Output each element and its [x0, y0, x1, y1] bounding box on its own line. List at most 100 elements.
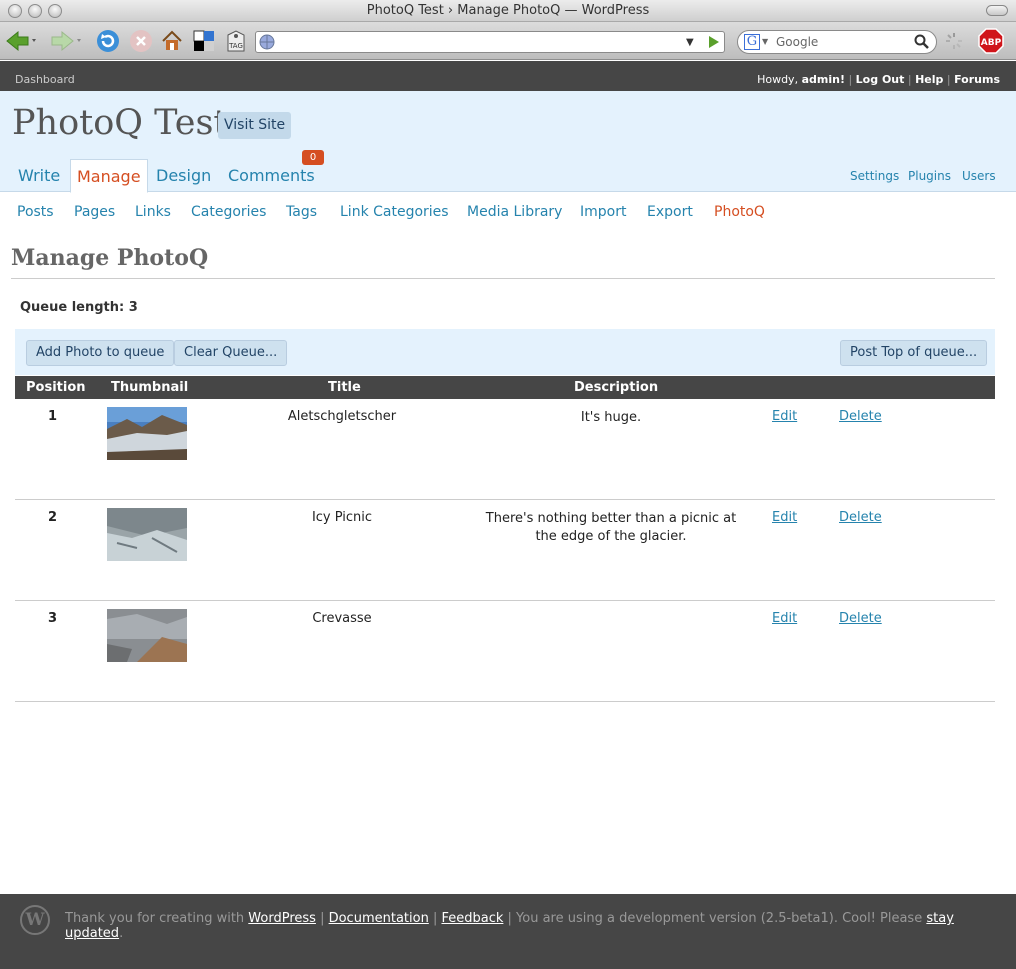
dashboard-link[interactable]: Dashboard — [15, 73, 75, 86]
table-row: 1 Aletschgletscher It's huge. Edit Delet… — [15, 399, 995, 500]
plugins-link[interactable]: Plugins — [908, 169, 951, 183]
table-row: 2 Icy Picnic There's nothing better than… — [15, 500, 995, 601]
go-arrow-icon[interactable] — [706, 34, 722, 50]
sub-navigation: Posts Pages Links Categories Tags Link C… — [0, 192, 1016, 232]
tab-manage[interactable]: Manage — [70, 159, 148, 193]
admin-user-bar: Dashboard Howdy, admin! | Log Out | Help… — [0, 61, 1016, 91]
row-position: 2 — [48, 510, 58, 525]
delicious-icon — [193, 30, 214, 51]
feedback-link[interactable]: Feedback — [441, 911, 503, 926]
google-engine-icon[interactable]: G — [744, 34, 760, 50]
row-title: Aletschgletscher — [287, 409, 397, 424]
magnifier-icon[interactable] — [914, 34, 930, 50]
site-title: PhotoQ Test — [12, 103, 228, 143]
clear-queue-button[interactable]: Clear Queue... — [174, 340, 288, 366]
home-button[interactable] — [159, 28, 185, 54]
engine-dropdown-icon[interactable]: ▼ — [762, 31, 768, 53]
tag-icon: TAG — [227, 30, 245, 52]
footer-text: Thank you for creating with WordPress | … — [65, 911, 954, 941]
edit-link[interactable]: Edit — [772, 409, 797, 424]
tag-button[interactable]: TAG — [223, 28, 249, 54]
thumbnail-image[interactable] — [107, 407, 187, 460]
reload-button[interactable] — [95, 28, 121, 54]
documentation-link[interactable]: Documentation — [329, 911, 429, 926]
close-window-button[interactable] — [8, 4, 22, 18]
table-header: Position Thumbnail Title Description — [15, 376, 995, 399]
username-link[interactable]: admin! — [802, 73, 845, 86]
subnav-tags[interactable]: Tags — [286, 204, 317, 220]
delete-link[interactable]: Delete — [839, 611, 882, 626]
subnav-posts[interactable]: Posts — [17, 204, 54, 220]
svg-text:TAG: TAG — [228, 42, 243, 50]
row-position: 1 — [48, 409, 58, 424]
url-dropdown-icon[interactable]: ▼ — [686, 37, 694, 48]
wordpress-link[interactable]: WordPress — [248, 911, 316, 926]
thumbnail-image[interactable] — [107, 508, 187, 561]
subnav-media-library[interactable]: Media Library — [467, 204, 562, 220]
adblock-icon: ABP — [978, 28, 1004, 54]
wordpress-logo-icon: W — [20, 905, 50, 935]
subnav-links[interactable]: Links — [135, 204, 171, 220]
window-title: PhotoQ Test › Manage PhotoQ — WordPress — [366, 3, 650, 18]
browser-toolbar: TAG ▼ G ▼ Google ABP — [0, 22, 1016, 60]
stop-button[interactable] — [128, 28, 154, 54]
visit-site-button[interactable]: Visit Site — [218, 112, 292, 139]
subnav-pages[interactable]: Pages — [74, 204, 115, 220]
subnav-link-categories[interactable]: Link Categories — [340, 204, 449, 220]
row-description: It's huge. — [580, 410, 642, 425]
column-title: Title — [328, 380, 361, 395]
users-link[interactable]: Users — [962, 169, 996, 183]
minimize-window-button[interactable] — [28, 4, 42, 18]
globe-icon — [259, 34, 275, 50]
subnav-photoq[interactable]: PhotoQ — [714, 204, 765, 220]
thank-you-text: Thank you for creating with — [65, 911, 245, 926]
help-link[interactable]: Help — [915, 73, 943, 86]
subnav-import[interactable]: Import — [580, 204, 626, 220]
table-row: 3 Crevasse Edit Delete — [15, 601, 995, 702]
tab-design[interactable]: Design — [150, 159, 217, 192]
row-title: Icy Picnic — [311, 510, 373, 525]
subnav-categories[interactable]: Categories — [191, 204, 266, 220]
delete-link[interactable]: Delete — [839, 510, 882, 525]
adblock-button[interactable]: ABP — [977, 28, 1005, 54]
row-title: Crevasse — [312, 611, 372, 626]
howdy-text: Howdy, — [757, 73, 799, 86]
admin-header: PhotoQ Test Visit Site Write Manage Desi… — [0, 91, 1016, 193]
reload-icon — [97, 30, 119, 52]
title-divider — [11, 278, 995, 279]
column-thumbnail: Thumbnail — [111, 380, 189, 395]
thumbnail-image[interactable] — [107, 609, 187, 662]
logout-link[interactable]: Log Out — [856, 73, 905, 86]
search-bar[interactable]: G ▼ Google — [737, 30, 937, 54]
window-titlebar: PhotoQ Test › Manage PhotoQ — WordPress — [0, 0, 1016, 22]
settings-link[interactable]: Settings — [850, 169, 899, 183]
search-input[interactable]: Google — [776, 31, 818, 53]
dev-version-text: You are using a development version (2.5… — [516, 911, 923, 926]
column-description: Description — [574, 380, 659, 395]
loading-spinner-icon — [946, 33, 962, 49]
address-bar[interactable]: ▼ — [255, 31, 725, 53]
forward-button[interactable] — [48, 28, 84, 54]
zoom-window-button[interactable] — [48, 4, 62, 18]
home-icon — [162, 30, 182, 50]
queue-action-bar: Add Photo to queue Clear Queue... Post T… — [15, 329, 995, 375]
stop-icon — [130, 30, 152, 52]
delete-link[interactable]: Delete — [839, 409, 882, 424]
add-photo-button[interactable]: Add Photo to queue — [26, 340, 175, 366]
comment-count-badge: 0 — [302, 150, 324, 165]
post-top-button[interactable]: Post Top of queue... — [840, 340, 988, 366]
forums-link[interactable]: Forums — [954, 73, 1000, 86]
toolbar-toggle-button[interactable] — [986, 5, 1008, 16]
row-position: 3 — [48, 611, 58, 626]
forward-arrow-icon — [51, 30, 81, 52]
tab-write[interactable]: Write — [12, 159, 66, 192]
queue-length: Queue length: 3 — [20, 300, 138, 315]
user-links: Howdy, admin! | Log Out | Help | Forums — [757, 73, 1000, 86]
footer-period: . — [119, 926, 124, 941]
back-button[interactable] — [4, 28, 38, 54]
delicious-button[interactable] — [191, 28, 217, 54]
edit-link[interactable]: Edit — [772, 611, 797, 626]
back-arrow-icon — [6, 30, 36, 52]
edit-link[interactable]: Edit — [772, 510, 797, 525]
subnav-export[interactable]: Export — [647, 204, 693, 220]
